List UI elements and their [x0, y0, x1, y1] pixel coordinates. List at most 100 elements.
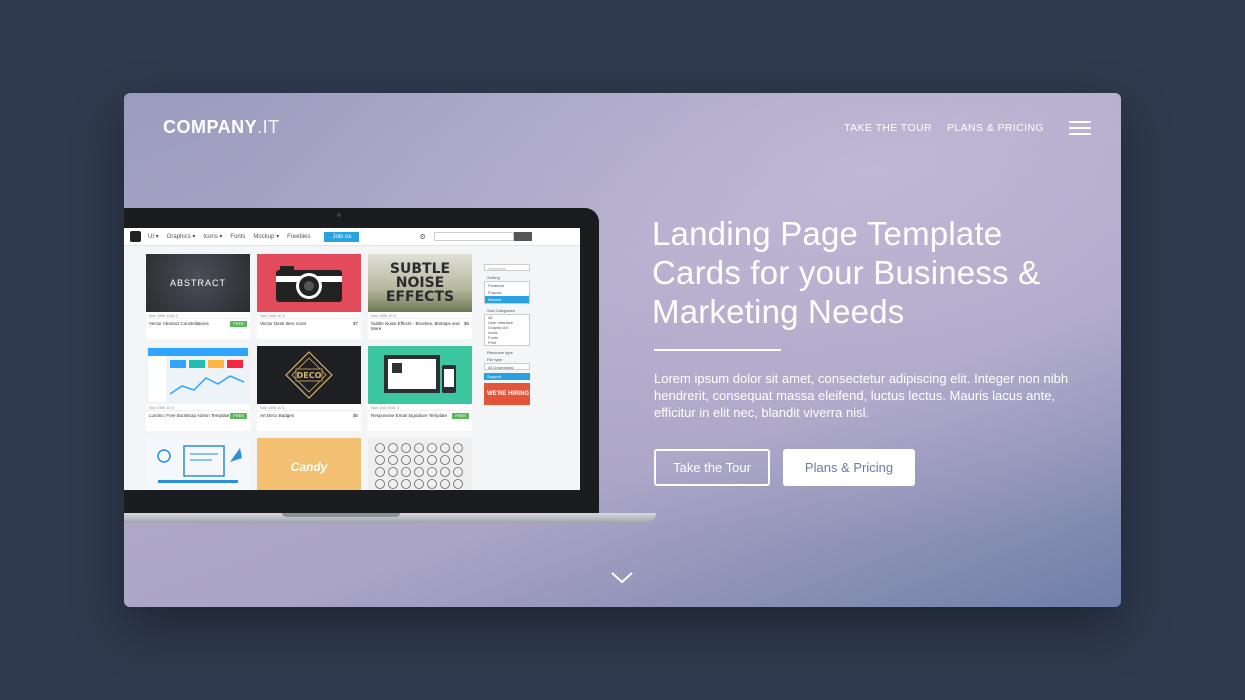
emoji-face — [453, 443, 463, 453]
card-thumb: ABSTRACT — [146, 254, 250, 312]
emoji-face — [401, 443, 411, 453]
emoji-face — [440, 479, 450, 489]
card-thumb-email — [368, 346, 472, 404]
emoji-face — [401, 479, 411, 489]
emoji-face — [414, 467, 424, 477]
mockup-card — [146, 438, 250, 490]
laptop-base — [124, 513, 656, 523]
card-thumb-illustration — [146, 438, 250, 490]
dashboard-chart-icon — [148, 348, 248, 402]
mockup-sidebar: Keywords Sorting Featured Popular Newest… — [484, 264, 530, 405]
mockup-logo-icon — [130, 231, 141, 242]
emoji-face — [440, 443, 450, 453]
deco-text: DECO — [297, 371, 322, 380]
card-title: Vector Abstract Constellations — [149, 321, 209, 326]
mockup-card: SUBTLE NOISE EFFECTS Nov 16th 10 3 Subtl… — [368, 254, 472, 339]
emoji-face — [388, 479, 398, 489]
card-tag: $7 — [352, 321, 358, 326]
emoji-face — [375, 479, 385, 489]
hero-headline: Landing Page Template Cards for your Bus… — [652, 215, 1041, 330]
emoji-face — [453, 467, 463, 477]
emoji-face — [375, 455, 385, 465]
emoji-face — [414, 443, 424, 453]
emoji-face — [453, 479, 463, 489]
card-thumb: SUBTLE NOISE EFFECTS — [368, 254, 472, 312]
mockup-card: Nov 16th 10 3 Vector Desk Item Icons $7 — [257, 254, 361, 339]
mockup-sidebar-search: Keywords — [484, 264, 530, 271]
emoji-face — [388, 455, 398, 465]
nav-take-the-tour[interactable]: TAKE THE TOUR — [844, 122, 932, 134]
card-thumb: Candy — [257, 438, 361, 490]
hero-section: COMPANY.IT TAKE THE TOUR PLANS & PRICING… — [124, 93, 1121, 607]
mockup-topbar: UI ▾ Graphics ▾ Icons ▾ Fonts Mockup ▾ F… — [124, 228, 580, 246]
card-meta: Nov 2nd 1941 3 — [368, 404, 472, 411]
emoji-face — [427, 479, 437, 489]
emoji-face — [388, 467, 398, 477]
emoji-face — [414, 479, 424, 489]
mockup-search-button — [513, 232, 532, 241]
emoji-face — [427, 455, 437, 465]
gear-icon: ⚙ — [419, 233, 426, 241]
card-meta: Nov 16th 10 3 — [146, 404, 250, 411]
emoji-face — [375, 467, 385, 477]
card-tag: $6 — [463, 321, 469, 326]
laptop-mockup: UI ▾ Graphics ▾ Icons ▾ Fonts Mockup ▾ F… — [124, 208, 656, 528]
mockup-menu-item: Fonts — [230, 233, 246, 240]
plans-pricing-button[interactable]: Plans & Pricing — [783, 449, 915, 486]
emoji-face — [414, 455, 424, 465]
card-title: Art Deco Badges — [260, 413, 295, 418]
mockup-sidebar-label: Sub-Categories — [487, 308, 515, 313]
emoji-face — [440, 455, 450, 465]
emoji-grid-icon — [375, 443, 463, 489]
hero-lead: Lorem ipsum dolor sit amet, consectetur … — [654, 371, 1069, 420]
logo-text: COMPANY — [163, 117, 258, 137]
mockup-subcat-option: Print — [488, 340, 497, 345]
mockup-card — [368, 438, 472, 490]
mockup-sidebar-label: Resource type — [487, 350, 513, 355]
devices-icon — [384, 355, 456, 393]
laptop-screen: UI ▾ Graphics ▾ Icons ▾ Fonts Mockup ▾ F… — [124, 228, 580, 490]
chevron-down-icon[interactable] — [610, 569, 634, 585]
mockup-hiring-banner: WE'RE HIRING — [484, 383, 530, 405]
mockup-search-input — [433, 232, 514, 241]
mockup-card: DECO Nov 16th 10 1 Art Deco Badges $5 — [257, 346, 361, 431]
mockup-menu-item: Icons ▾ — [203, 234, 223, 240]
headline-divider — [654, 349, 781, 351]
card-title: Responsive Email Signature Template — [371, 413, 447, 418]
card-thumb-dashboard — [146, 346, 250, 404]
nav-plans-pricing[interactable]: PLANS & PRICING — [947, 122, 1044, 134]
mockup-card-grid: ABSTRACT Nov 16th 1116 3 Vector Abstract… — [146, 254, 472, 490]
mockup-support-button: Support — [484, 373, 530, 380]
emoji-face — [388, 443, 398, 453]
emoji-face — [427, 443, 437, 453]
card-thumb-deco: DECO — [257, 346, 361, 404]
mockup-menu-item: Freebies — [287, 233, 311, 240]
card-meta: Nov 16th 10 1 — [257, 404, 361, 411]
hamburger-icon[interactable] — [1069, 121, 1091, 135]
take-the-tour-button[interactable]: Take the Tour — [654, 449, 770, 486]
card-tag: FREE — [452, 413, 469, 419]
card-thumb-emoji — [368, 438, 472, 490]
emoji-face — [375, 443, 385, 453]
mockup-sort-option: Featured — [488, 283, 505, 288]
mockup-sort-option: Popular — [488, 290, 502, 295]
card-tag: FREE — [230, 321, 247, 327]
laptop-bezel: UI ▾ Graphics ▾ Icons ▾ Fonts Mockup ▾ F… — [124, 208, 599, 513]
emoji-face — [427, 467, 437, 477]
card-thumb-camera — [257, 254, 361, 312]
mockup-menu-item: Graphics ▾ — [166, 234, 196, 240]
emoji-face — [401, 455, 411, 465]
company-logo[interactable]: COMPANY.IT — [163, 117, 280, 138]
card-title: Vector Desk Item Icons — [260, 321, 307, 326]
emoji-face — [440, 467, 450, 477]
mockup-downloads-select: All Downloads — [484, 363, 530, 370]
camera-icon — [276, 266, 342, 302]
card-meta: Nov 16th 10 3 — [257, 312, 361, 319]
mockup-sort-option: Newest — [485, 296, 529, 303]
camera-dot — [337, 213, 341, 217]
workspace-illustration-icon — [157, 445, 242, 483]
mockup-menu-item: Mockup ▾ — [253, 234, 280, 240]
mockup-card: ABSTRACT Nov 16th 1116 3 Vector Abstract… — [146, 254, 250, 339]
logo-suffix: .IT — [257, 117, 280, 137]
card-title: Lumino: Free Bootstrap Admin Template — [149, 413, 230, 418]
